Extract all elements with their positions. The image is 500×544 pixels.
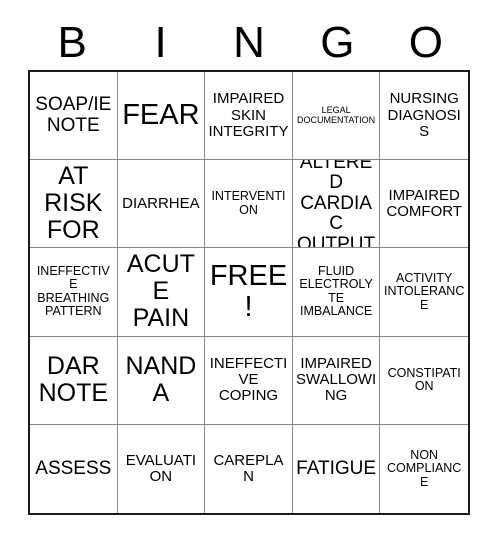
bingo-cell[interactable]: EVALUATION [117, 424, 206, 513]
bingo-cell[interactable]: ACTIVITY INTOLERANCE [380, 248, 468, 337]
bingo-cell-label: LEGAL DOCUMENTATION [297, 104, 376, 125]
bingo-cell-label: NON COMPLIANCE [387, 447, 462, 489]
bingo-cell[interactable]: SOAP/IE NOTE [30, 72, 118, 161]
bingo-cell[interactable]: INEFFECTIVE COPING [205, 336, 293, 425]
bingo-cell-label: SOAP/IE NOTE [35, 94, 112, 136]
bingo-cell[interactable]: CAREPLAN [205, 424, 293, 513]
bingo-cell-label: INEFFECTIVE COPING [209, 354, 288, 405]
bingo-cell[interactable]: NURSING DIAGNOSIS [380, 72, 468, 161]
bingo-header-letter-5: O [408, 18, 443, 67]
bingo-header: BINGO [28, 16, 470, 70]
bingo-cell-label: CONSTIPATION [387, 365, 461, 394]
bingo-cell[interactable]: ALTERED CARDIAC OUTPUT [292, 160, 381, 249]
bingo-cell-label: FREE! [209, 259, 288, 323]
bingo-header-letter-4: G [320, 18, 355, 67]
bingo-free-cell[interactable]: FREE! [205, 248, 293, 337]
bingo-cell-label: INTERVENTION [211, 189, 286, 217]
bingo-cell[interactable]: NANDA [117, 336, 206, 425]
bingo-header-letter-2: I [154, 18, 167, 67]
bingo-cell-label: ASSESS [35, 457, 112, 479]
bingo-cell-label: DIARRHEA [122, 194, 200, 212]
bingo-cell-label: ACTIVITY INTOLERANCE [384, 270, 465, 312]
bingo-cell[interactable]: DIARRHEA [117, 160, 206, 249]
bingo-cell[interactable]: LEGAL DOCUMENTATION [292, 72, 381, 161]
bingo-cell[interactable]: INTERVENTION [205, 160, 293, 249]
bingo-cell-label: IMPAIRED COMFORT [386, 186, 462, 220]
bingo-cell[interactable]: FLUID ELECTROLYTE IMBALANCE [292, 248, 381, 337]
bingo-cell-label: IMPAIRED SWALLOWING [295, 354, 377, 405]
bingo-cell-label: NANDA [125, 352, 197, 408]
bingo-cell[interactable]: AT RISK FOR [30, 160, 118, 249]
bingo-cell[interactable]: NON COMPLIANCE [380, 424, 468, 513]
bingo-cell-label: ALTERED CARDIAC OUTPUT [297, 160, 376, 249]
bingo-cell[interactable]: IMPAIRED COMFORT [380, 160, 468, 249]
bingo-cell[interactable]: IMPAIRED SWALLOWING [292, 336, 381, 425]
bingo-cell[interactable]: FEAR [117, 72, 206, 161]
bingo-cell[interactable]: ASSESS [30, 424, 118, 513]
bingo-cell-label: AT RISK FOR [44, 162, 103, 245]
bingo-cell-label: ACUTE PAIN [126, 250, 195, 333]
bingo-cell-label: FATIGUE [296, 457, 377, 479]
bingo-cell-label: IMPAIRED SKIN INTEGRITY [208, 90, 289, 140]
bingo-cell[interactable]: CONSTIPATION [380, 336, 468, 425]
bingo-cell[interactable]: IMPAIRED SKIN INTEGRITY [205, 72, 293, 161]
bingo-header-letter-1: B [57, 18, 87, 67]
bingo-cell-label: FLUID ELECTROLYTE IMBALANCE [299, 263, 373, 319]
bingo-cell-label: EVALUATION [125, 451, 197, 485]
bingo-cell-label: NURSING DIAGNOSIS [387, 90, 461, 140]
bingo-cell[interactable]: INEFFECTIVE BREATHING PATTERN [30, 248, 118, 337]
bingo-header-letter-3: N [233, 18, 265, 67]
bingo-cell[interactable]: FATIGUE [292, 424, 381, 513]
bingo-cell[interactable]: ACUTE PAIN [117, 248, 206, 337]
bingo-cell-label: INEFFECTIVE BREATHING PATTERN [36, 263, 110, 319]
bingo-cell-label: FEAR [122, 98, 200, 131]
bingo-cell-label: CAREPLAN [213, 451, 284, 485]
bingo-cell[interactable]: DAR NOTE [30, 336, 118, 425]
bingo-card: B I N G O SOAP/IE NOTE FEAR IMPAIRED SKIN INTE… [0, 0, 500, 544]
bingo-grid: SOAP/IE NOTE FEAR IMPAIRED SKIN INTEGRITY L… [28, 70, 470, 515]
bingo-cell-label: DAR NOTE [38, 352, 109, 408]
